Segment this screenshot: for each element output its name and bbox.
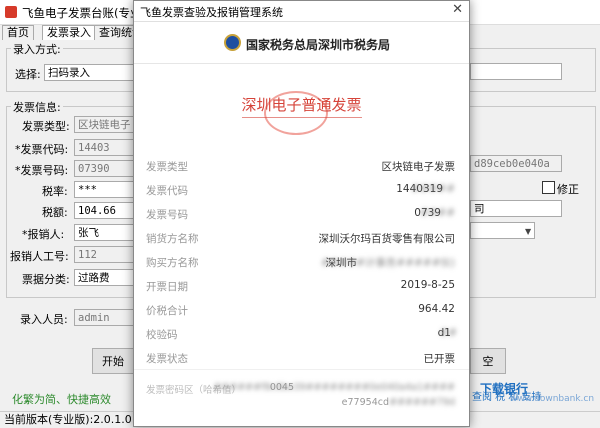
dialog-title: 飞鱼发票查验及报销管理系统 bbox=[140, 6, 283, 19]
invoice-type-label: 发票类型: bbox=[22, 120, 70, 133]
row-value: 深圳沃尔玛百货零售有限公司 bbox=[318, 233, 456, 245]
chevron-down-icon: ▼ bbox=[525, 227, 532, 236]
row-value: 964.42 bbox=[418, 303, 455, 315]
invoice-code-label: *发票代码: bbox=[15, 143, 69, 156]
row-key: 价税合计 bbox=[146, 305, 188, 317]
tax-rate-field[interactable]: *** bbox=[74, 181, 134, 198]
redacted-text: #### bbox=[419, 207, 455, 219]
invoice-info-legend: 发票信息: bbox=[11, 99, 63, 115]
row-key: 发票代码 bbox=[146, 185, 188, 197]
redacted-text: ## bbox=[439, 327, 457, 339]
tax-amount-field[interactable]: 104.66 bbox=[74, 202, 134, 219]
scan-input[interactable] bbox=[470, 63, 562, 80]
agency-name: 国家税务总局深圳市税务局 bbox=[246, 38, 391, 52]
redacted-text: ##### bbox=[411, 183, 455, 195]
select-label: 选择: bbox=[15, 68, 41, 81]
reimburser-label: *报销人: bbox=[22, 228, 65, 241]
invoice-type-field[interactable]: 区块链电子 bbox=[74, 116, 134, 133]
version-text: 当前版本(专业版):2.0.1.0 工 bbox=[4, 413, 147, 426]
modify-checkbox-label: 修正 bbox=[557, 183, 579, 196]
site-watermark-url: www.downbank.cn bbox=[510, 394, 595, 404]
close-icon[interactable]: ✕ bbox=[452, 2, 463, 17]
tax-bureau-emblem-icon bbox=[224, 34, 241, 51]
row-key: 校验码 bbox=[146, 329, 178, 341]
invoice-title: 深圳电子普通发票 bbox=[241, 96, 362, 114]
invoice-code-field[interactable]: 14403 bbox=[74, 139, 134, 156]
start-button[interactable]: 开始 bbox=[92, 348, 134, 374]
tax-rate-label: 税率: bbox=[42, 185, 68, 198]
slogan: 化繁为简、快捷高效 bbox=[12, 393, 111, 406]
invoice-hash-field[interactable]: d89ceb0e040a bbox=[470, 155, 562, 172]
title-divider bbox=[134, 21, 469, 22]
modify-checkbox[interactable] bbox=[542, 181, 555, 194]
category-label: 票据分类: bbox=[22, 273, 70, 286]
invoice-title-underline bbox=[242, 117, 362, 118]
invoice-number-field[interactable]: 07390 bbox=[74, 160, 134, 177]
redacted-text: ######f8c0be39########0e040a4a1#### bbox=[213, 382, 455, 393]
entry-method-select[interactable]: 扫码录入 bbox=[44, 64, 136, 81]
row-value: 区块链电子发票 bbox=[381, 161, 456, 173]
row-key: 发票状态 bbox=[146, 353, 188, 365]
row-key: 开票日期 bbox=[146, 281, 188, 293]
tab-invoice-entry[interactable]: 发票录入 bbox=[42, 25, 96, 40]
category-select[interactable]: 过路费 bbox=[74, 269, 134, 286]
reimburser-field[interactable]: 张飞 bbox=[74, 224, 134, 241]
app-icon bbox=[5, 6, 17, 18]
row-value: 已开票 bbox=[423, 353, 456, 365]
redacted-text: #####计事务#####伙) bbox=[320, 257, 455, 269]
tax-amount-label: 税额: bbox=[42, 206, 68, 219]
detail-divider bbox=[134, 369, 469, 370]
entry-person-label: 录入人员: bbox=[20, 313, 68, 326]
header-divider bbox=[134, 63, 469, 64]
redacted-text: ######79d bbox=[389, 397, 455, 408]
hash-line-2: e77954cd bbox=[341, 397, 389, 408]
row-value: 2019-8-25 bbox=[400, 279, 455, 291]
company-field[interactable]: 司 bbox=[470, 200, 562, 217]
entry-method-legend: 录入方式: bbox=[11, 41, 63, 57]
row-key: 购买方名称 bbox=[146, 257, 199, 269]
start-button-label: 开始 bbox=[102, 355, 124, 368]
row-key: 发票类型 bbox=[146, 161, 188, 173]
tab-home[interactable]: 首页 bbox=[2, 25, 34, 40]
invoice-verify-dialog: 飞鱼发票查验及报销管理系统 ✕ 国家税务总局深圳市税务局 深圳电子普通发票 发票… bbox=[133, 0, 470, 427]
reimburser-id-label: 报销人工号: bbox=[10, 250, 69, 263]
row-key: 销货方名称 bbox=[146, 233, 199, 245]
reimburser-id-field[interactable]: 112 bbox=[74, 246, 134, 263]
clear-button-label: 空 bbox=[482, 355, 494, 368]
clear-button[interactable]: 空 bbox=[470, 348, 506, 374]
entry-person-field[interactable]: admin bbox=[74, 309, 134, 326]
row-key: 发票号码 bbox=[146, 209, 188, 221]
invoice-number-label: *发票号码: bbox=[15, 164, 69, 177]
